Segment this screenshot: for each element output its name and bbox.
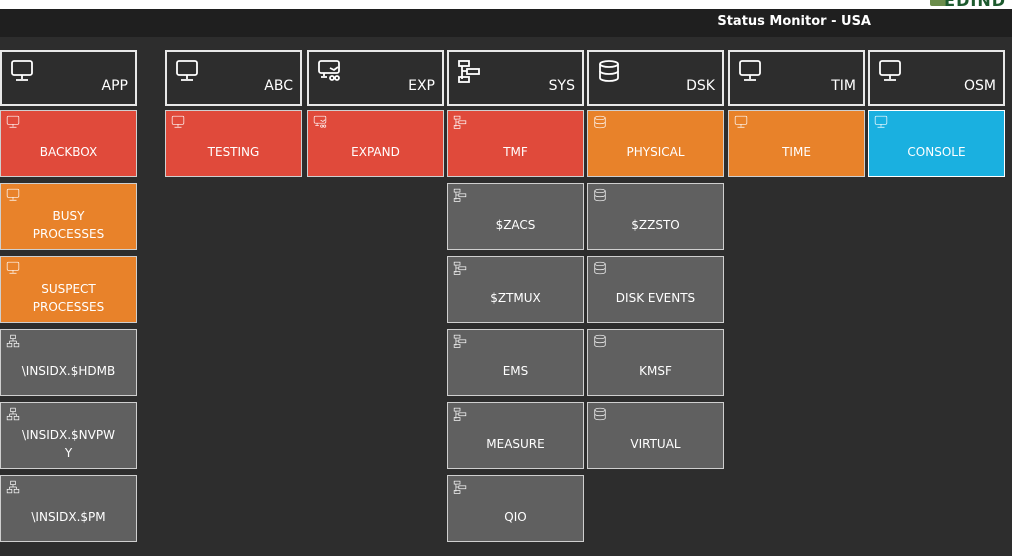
status-tile[interactable]: PHYSICAL: [587, 110, 724, 177]
column-header-label: APP: [101, 78, 128, 94]
status-tile-label: SUSPECT PROCESSES: [32, 281, 105, 314]
status-tile[interactable]: MEASURE: [447, 402, 584, 469]
status-tile-label: $ZZSTO: [631, 217, 680, 232]
column-header-label: DSK: [686, 78, 715, 94]
status-tile-label: CONSOLE: [907, 144, 966, 159]
status-tile[interactable]: \INSIDX.$NVPW Y: [0, 402, 137, 469]
status-tile[interactable]: $ZZSTO: [587, 183, 724, 250]
status-tile-label: EMS: [502, 363, 529, 378]
status-tile[interactable]: $ZACS: [447, 183, 584, 250]
status-tile-label: TESTING: [207, 144, 260, 159]
status-tile[interactable]: CONSOLE: [868, 110, 1005, 177]
brand-logo: EDIND: [912, 0, 1012, 9]
status-tile-label: \INSIDX.$HDMB: [21, 363, 116, 378]
network-icon: [6, 480, 20, 494]
monitor-icon: [6, 115, 20, 129]
status-tile-label: QIO: [504, 509, 527, 524]
top-strip: [0, 0, 1012, 9]
database-icon: [593, 407, 607, 421]
hierarchy-icon: [453, 334, 467, 348]
status-tile[interactable]: QIO: [447, 475, 584, 542]
page-title: Status Monitor - USA: [717, 14, 871, 29]
hierarchy-icon: [457, 59, 481, 83]
column-header-tim[interactable]: TIM: [728, 50, 865, 106]
status-tile[interactable]: VIRTUAL: [587, 402, 724, 469]
status-tile[interactable]: $ZTMUX: [447, 256, 584, 323]
status-tile-label: $ZACS: [495, 217, 536, 232]
monitor-icon: [171, 115, 185, 129]
monitor-icon: [6, 188, 20, 202]
hierarchy-icon: [453, 261, 467, 275]
monitor-icon: [6, 261, 20, 275]
status-tile[interactable]: KMSF: [587, 329, 724, 396]
status-tile[interactable]: TIME: [728, 110, 865, 177]
monitor-icon: [10, 59, 34, 83]
database-icon: [593, 115, 607, 129]
status-tile[interactable]: EMS: [447, 329, 584, 396]
hierarchy-icon: [453, 480, 467, 494]
title-bar: Status Monitor - USA: [0, 9, 1012, 37]
status-tile[interactable]: SUSPECT PROCESSES: [0, 256, 137, 323]
column-header-osm[interactable]: OSM: [868, 50, 1005, 106]
monitor-network-icon: [313, 115, 327, 129]
column-header-dsk[interactable]: DSK: [587, 50, 724, 106]
column-header-label: TIM: [831, 78, 856, 94]
monitor-icon: [738, 59, 762, 83]
column-header-label: EXP: [408, 78, 435, 94]
database-icon: [593, 188, 607, 202]
database-icon: [593, 261, 607, 275]
status-tile[interactable]: EXPAND: [307, 110, 444, 177]
status-tile-label: TIME: [782, 144, 811, 159]
database-icon: [593, 334, 607, 348]
monitor-icon: [175, 59, 199, 83]
network-icon: [6, 334, 20, 348]
column-header-abc[interactable]: ABC: [165, 50, 302, 106]
status-tile[interactable]: TMF: [447, 110, 584, 177]
column-header-exp[interactable]: EXP: [307, 50, 444, 106]
hierarchy-icon: [453, 188, 467, 202]
column-header-app[interactable]: APP: [0, 50, 137, 106]
status-tile[interactable]: TESTING: [165, 110, 302, 177]
status-tile-label: DISK EVENTS: [615, 290, 696, 305]
status-tile-label: EXPAND: [351, 144, 400, 159]
column-header-sys[interactable]: SYS: [447, 50, 584, 106]
monitor-network-icon: [317, 59, 341, 83]
monitor-icon: [734, 115, 748, 129]
status-tile-label: \INSIDX.$NVPW Y: [22, 427, 115, 460]
toolbar-area: [0, 37, 1012, 47]
status-tile[interactable]: BUSY PROCESSES: [0, 183, 137, 250]
status-tile-label: PHYSICAL: [626, 144, 685, 159]
column-header-label: SYS: [548, 78, 575, 94]
monitor-icon: [878, 59, 902, 83]
status-tile-label: BACKBOX: [39, 144, 98, 159]
status-tile-label: \INSIDX.$PM: [31, 509, 106, 524]
monitor-icon: [874, 115, 888, 129]
status-tile[interactable]: \INSIDX.$PM: [0, 475, 137, 542]
logo-text: EDIND: [944, 0, 1006, 9]
status-tile-label: VIRTUAL: [630, 436, 681, 451]
status-tile-label: MEASURE: [486, 436, 545, 451]
column-header-label: OSM: [964, 78, 996, 94]
column-header-label: ABC: [264, 78, 293, 94]
network-icon: [6, 407, 20, 421]
database-icon: [597, 59, 621, 83]
status-tile[interactable]: DISK EVENTS: [587, 256, 724, 323]
status-tile-label: KMSF: [639, 363, 672, 378]
status-tile-label: TMF: [503, 144, 528, 159]
status-tile-label: $ZTMUX: [490, 290, 541, 305]
hierarchy-icon: [453, 407, 467, 421]
status-tile[interactable]: BACKBOX: [0, 110, 137, 177]
status-tile[interactable]: \INSIDX.$HDMB: [0, 329, 137, 396]
status-tile-label: BUSY PROCESSES: [32, 208, 105, 241]
hierarchy-icon: [453, 115, 467, 129]
